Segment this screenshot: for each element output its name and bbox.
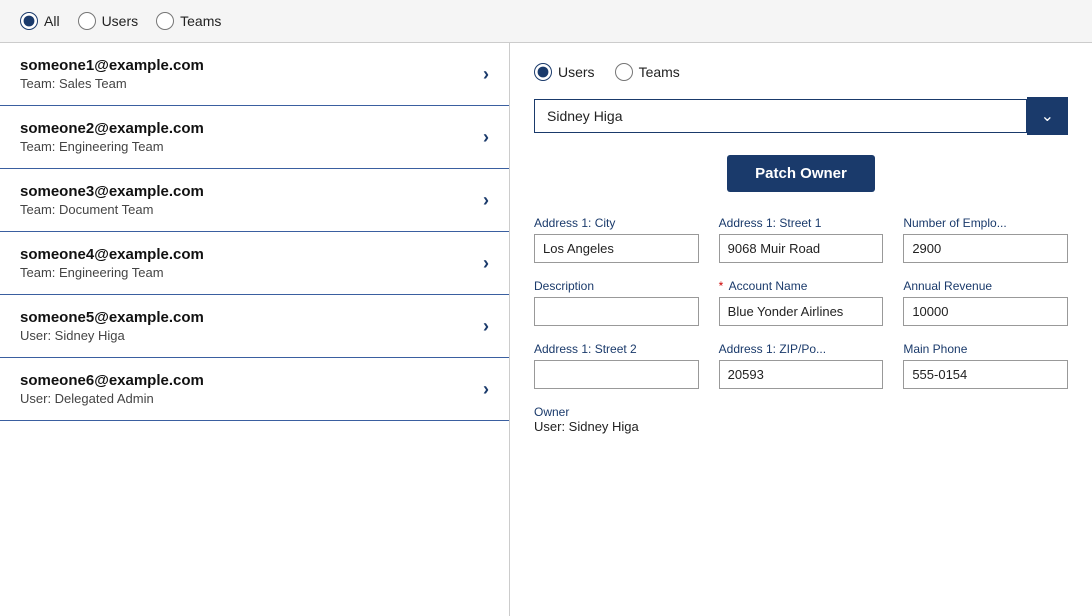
top-radio-group: All Users Teams bbox=[20, 12, 221, 30]
radio-label-users[interactable]: Users bbox=[78, 12, 139, 30]
chevron-right-icon: › bbox=[483, 127, 489, 148]
field-label: Description bbox=[534, 279, 699, 293]
radio-teams-label: Teams bbox=[180, 13, 221, 29]
form-field: Address 1: Street 2 bbox=[534, 342, 699, 389]
list-item-text: someone2@example.com Team: Engineering T… bbox=[20, 120, 204, 154]
list-item-text: someone3@example.com Team: Document Team bbox=[20, 183, 204, 217]
list-item-text: someone5@example.com User: Sidney Higa bbox=[20, 309, 204, 343]
list-item-sub: Team: Engineering Team bbox=[20, 139, 204, 154]
radio-label-all[interactable]: All bbox=[20, 12, 60, 30]
right-panel: Users Teams ⌄ Patch Owner Address 1: Cit… bbox=[510, 43, 1092, 616]
main-container: All Users Teams someone1@example.com Tea… bbox=[0, 0, 1092, 616]
field-label: * Account Name bbox=[719, 279, 884, 293]
required-star: * bbox=[719, 279, 727, 293]
right-radio-teams-label: Teams bbox=[639, 64, 680, 80]
list-item-sub: Team: Sales Team bbox=[20, 76, 204, 91]
right-radio-label-users[interactable]: Users bbox=[534, 63, 595, 81]
chevron-right-icon: › bbox=[483, 253, 489, 274]
form-fields-grid: Address 1: City Address 1: Street 1 Number… bbox=[534, 216, 1068, 389]
list-item-email: someone1@example.com bbox=[20, 57, 204, 74]
top-filter-bar: All Users Teams bbox=[0, 0, 1092, 43]
list-item-email: someone2@example.com bbox=[20, 120, 204, 137]
field-input[interactable] bbox=[534, 360, 699, 389]
field-label: Annual Revenue bbox=[903, 279, 1068, 293]
field-label: Address 1: Street 2 bbox=[534, 342, 699, 356]
field-input[interactable] bbox=[719, 297, 884, 326]
patch-owner-button[interactable]: Patch Owner bbox=[727, 155, 875, 192]
form-field: Address 1: ZIP/Po... bbox=[719, 342, 884, 389]
right-radio-group: Users Teams bbox=[534, 63, 1068, 81]
radio-label-teams[interactable]: Teams bbox=[156, 12, 221, 30]
list-item[interactable]: someone5@example.com User: Sidney Higa › bbox=[0, 295, 509, 358]
list-item-text: someone4@example.com Team: Engineering T… bbox=[20, 246, 204, 280]
field-input[interactable] bbox=[719, 360, 884, 389]
field-input[interactable] bbox=[903, 297, 1068, 326]
list-item-email: someone4@example.com bbox=[20, 246, 204, 263]
owner-section: Owner User: Sidney Higa bbox=[534, 405, 1068, 434]
list-item[interactable]: someone4@example.com Team: Engineering T… bbox=[0, 232, 509, 295]
left-panel: someone1@example.com Team: Sales Team › … bbox=[0, 43, 510, 616]
list-item-sub: Team: Engineering Team bbox=[20, 265, 204, 280]
field-label: Address 1: ZIP/Po... bbox=[719, 342, 884, 356]
dropdown-container: ⌄ bbox=[534, 97, 1068, 135]
list-item-email: someone5@example.com bbox=[20, 309, 204, 326]
dropdown-chevron-button[interactable]: ⌄ bbox=[1027, 97, 1068, 135]
chevron-down-icon: ⌄ bbox=[1041, 106, 1054, 126]
owner-value: User: Sidney Higa bbox=[534, 419, 1068, 434]
chevron-right-icon: › bbox=[483, 64, 489, 85]
owner-label: Owner bbox=[534, 405, 1068, 419]
right-radio-teams[interactable] bbox=[615, 63, 633, 81]
form-field: Main Phone bbox=[903, 342, 1068, 389]
field-label: Address 1: City bbox=[534, 216, 699, 230]
list-item-email: someone3@example.com bbox=[20, 183, 204, 200]
list-item[interactable]: someone6@example.com User: Delegated Adm… bbox=[0, 358, 509, 421]
field-label: Main Phone bbox=[903, 342, 1068, 356]
form-field: * Account Name bbox=[719, 279, 884, 326]
right-radio-label-teams[interactable]: Teams bbox=[615, 63, 680, 81]
list-item-sub: Team: Document Team bbox=[20, 202, 204, 217]
form-field: Number of Emplo... bbox=[903, 216, 1068, 263]
list-item[interactable]: someone2@example.com Team: Engineering T… bbox=[0, 106, 509, 169]
chevron-right-icon: › bbox=[483, 316, 489, 337]
right-radio-users-label: Users bbox=[558, 64, 595, 80]
list-item-text: someone6@example.com User: Delegated Adm… bbox=[20, 372, 204, 406]
radio-users[interactable] bbox=[78, 12, 96, 30]
form-field: Address 1: City bbox=[534, 216, 699, 263]
right-radio-users[interactable] bbox=[534, 63, 552, 81]
owner-dropdown-input[interactable] bbox=[534, 99, 1027, 133]
radio-all[interactable] bbox=[20, 12, 38, 30]
field-label: Address 1: Street 1 bbox=[719, 216, 884, 230]
list-item[interactable]: someone1@example.com Team: Sales Team › bbox=[0, 43, 509, 106]
list-item-sub: User: Sidney Higa bbox=[20, 328, 204, 343]
form-field: Description bbox=[534, 279, 699, 326]
chevron-right-icon: › bbox=[483, 379, 489, 400]
list-item-sub: User: Delegated Admin bbox=[20, 391, 204, 406]
field-input[interactable] bbox=[534, 234, 699, 263]
field-input[interactable] bbox=[903, 360, 1068, 389]
radio-users-label: Users bbox=[102, 13, 139, 29]
field-input[interactable] bbox=[534, 297, 699, 326]
field-label: Number of Emplo... bbox=[903, 216, 1068, 230]
list-item-email: someone6@example.com bbox=[20, 372, 204, 389]
list-item[interactable]: someone3@example.com Team: Document Team… bbox=[0, 169, 509, 232]
content-area: someone1@example.com Team: Sales Team › … bbox=[0, 43, 1092, 616]
list-item-text: someone1@example.com Team: Sales Team bbox=[20, 57, 204, 91]
form-field: Address 1: Street 1 bbox=[719, 216, 884, 263]
radio-all-label: All bbox=[44, 13, 60, 29]
field-input[interactable] bbox=[903, 234, 1068, 263]
radio-teams[interactable] bbox=[156, 12, 174, 30]
chevron-right-icon: › bbox=[483, 190, 489, 211]
form-field: Annual Revenue bbox=[903, 279, 1068, 326]
field-input[interactable] bbox=[719, 234, 884, 263]
